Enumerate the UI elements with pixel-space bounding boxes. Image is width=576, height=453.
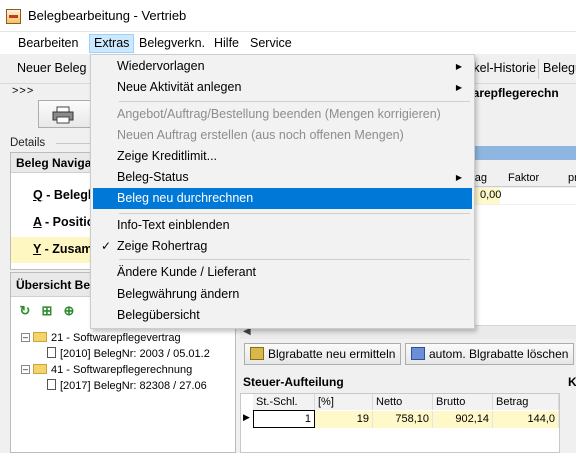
print-button[interactable] xyxy=(38,100,94,128)
document-icon xyxy=(47,347,56,358)
tax-split-table: St.-Schl. [%] Netto Brutto Betrag ▶ 1 19… xyxy=(240,393,560,453)
menu-item-label: Belegwährung ändern xyxy=(117,287,240,301)
tree-expand-icon[interactable]: ⊞ xyxy=(39,303,55,319)
details-label: Details xyxy=(10,137,46,149)
tree-leaf-label: [2017] BelegNr: 82308 / 27.06 xyxy=(60,380,207,392)
title-bar: Belegbearbeitung - Vertrieb xyxy=(0,0,576,32)
tree-node[interactable]: – 41 - Softwarepflegerechnung xyxy=(21,363,192,378)
menu-item-label: Beleg-Status xyxy=(117,170,189,184)
tree-leaf-label: [2010] BelegNr: 2003 / 05.01.2 xyxy=(60,348,210,360)
menu-item-change-currency[interactable]: Belegwährung ändern xyxy=(93,284,472,305)
folder-icon xyxy=(33,332,47,342)
printer-icon xyxy=(52,106,74,124)
menu-item-new-activity[interactable]: Neue Aktivität anlegen ▶ xyxy=(93,77,472,98)
menu-item-label: Angebot/Auftrag/Bestellung beenden (Meng… xyxy=(117,107,441,121)
nav-label: - Zusam xyxy=(41,242,93,256)
side-panel: K xyxy=(562,373,576,453)
grid-value: 0,00 xyxy=(480,189,502,201)
tax-key-input[interactable]: 1 xyxy=(253,410,315,428)
menu-item-document-status[interactable]: Beleg-Status ▶ xyxy=(93,167,472,188)
menu-item-label: Neuen Auftrag erstellen (aus noch offene… xyxy=(117,128,404,142)
tax-col-amount[interactable]: Betrag xyxy=(493,394,559,410)
menu-item-label: Wiedervorlagen xyxy=(117,59,205,73)
recalc-discount-label: Blgrabatte neu ermitteln xyxy=(268,347,396,361)
menu-item-show-credit-limit[interactable]: Zeige Kreditlimit... xyxy=(93,146,472,167)
menu-item-show-gross-profit[interactable]: ✓ Zeige Rohertrag xyxy=(93,236,472,257)
menu-service[interactable]: Service xyxy=(246,34,296,53)
menu-item-recalculate-document[interactable]: Beleg neu durchrechnen xyxy=(93,188,472,209)
tax-col-key[interactable]: St.-Schl. xyxy=(253,394,315,410)
menu-item-label: Beleg neu durchrechnen xyxy=(117,191,254,205)
menu-separator xyxy=(119,259,470,260)
window-title: Belegbearbeitung - Vertrieb xyxy=(28,8,187,23)
tax-gross-cell[interactable]: 902,14 xyxy=(433,411,493,428)
column-header-faktor[interactable]: Faktor xyxy=(508,172,539,184)
submenu-arrow-icon: ▶ xyxy=(455,173,462,182)
expand-arrows[interactable]: >>> xyxy=(12,85,34,97)
row-pointer-icon: ▶ xyxy=(243,412,250,422)
tree-node-label: 21 - Softwarepflegevertrag xyxy=(51,332,181,344)
menu-belegverkn[interactable]: Belegverkn. xyxy=(135,34,209,53)
tree-leaf[interactable]: [2010] BelegNr: 2003 / 05.01.2 xyxy=(47,347,210,362)
nav-key: Y xyxy=(33,242,42,256)
menu-separator xyxy=(119,213,470,214)
trash-icon xyxy=(411,347,425,360)
tax-col-gross[interactable]: Brutto xyxy=(433,394,493,410)
checkmark-icon: ✓ xyxy=(101,239,112,253)
header-tab-strip xyxy=(468,146,576,160)
tax-net-cell[interactable]: 758,10 xyxy=(373,411,433,428)
menu-hilfe[interactable]: Hilfe xyxy=(210,34,243,53)
submenu-arrow-icon: ▶ xyxy=(455,83,462,92)
folder-icon xyxy=(33,364,47,374)
menu-item-follow-ups[interactable]: Wiedervorlagen ▶ xyxy=(93,56,472,77)
submenu-arrow-icon: ▶ xyxy=(455,62,462,71)
tax-col-net[interactable]: Netto xyxy=(373,394,433,410)
menu-item-label: Zeige Kreditlimit... xyxy=(117,149,218,163)
tax-split-panel: Steuer-Aufteilung St.-Schl. [%] Netto Br… xyxy=(240,373,560,453)
nav-key: Q xyxy=(33,188,43,202)
collapse-icon[interactable]: – xyxy=(21,333,30,342)
tax-percent-cell[interactable]: 19 xyxy=(315,411,373,428)
delete-discount-button[interactable]: autom. Blgrabatte löschen xyxy=(405,343,575,365)
toolbar-separator xyxy=(538,59,539,79)
document-icon xyxy=(47,379,56,390)
delete-discount-label: autom. Blgrabatte löschen xyxy=(429,347,569,361)
refresh-icon[interactable]: ↻ xyxy=(17,303,33,319)
menu-item-label: Zeige Rohertrag xyxy=(117,239,208,253)
app-icon xyxy=(6,9,21,24)
tree-node-label: 41 - Softwarepflegerechnung xyxy=(51,364,193,376)
menu-item-change-customer[interactable]: Ändere Kunde / Lieferant xyxy=(93,262,472,283)
menu-item-close-order[interactable]: Angebot/Auftrag/Bestellung beenden (Meng… xyxy=(93,104,472,125)
menu-bearbeiten[interactable]: Bearbeiten xyxy=(14,34,82,53)
menu-item-label: Info-Text einblenden xyxy=(117,218,230,232)
side-panel-title: K xyxy=(568,375,576,389)
menu-item-show-info-text[interactable]: Info-Text einblenden xyxy=(93,215,472,236)
nav-label: - Belegk xyxy=(42,188,95,202)
discount-icon xyxy=(250,347,264,360)
recalc-discount-button[interactable]: Blgrabatte neu ermitteln xyxy=(244,343,402,365)
extras-menu: Wiedervorlagen ▶ Neue Aktivität anlegen ▶ … xyxy=(90,54,475,329)
tax-amount-cell[interactable]: 144,0 xyxy=(493,411,559,428)
menubar: Bearbeiten Extras Belegverkn. Hilfe Serv… xyxy=(0,32,576,54)
tree-node[interactable]: – 21 - Softwarepflegevertrag xyxy=(21,331,181,346)
collapse-icon[interactable]: – xyxy=(21,365,30,374)
menu-separator xyxy=(119,101,470,102)
column-header-preis[interactable]: pr xyxy=(568,172,576,184)
nav-key: A xyxy=(33,215,42,229)
tax-split-title: Steuer-Aufteilung xyxy=(243,375,344,389)
menu-item-document-overview[interactable]: Belegübersicht xyxy=(93,305,472,326)
tree-leaf[interactable]: [2017] BelegNr: 82308 / 27.06 xyxy=(47,379,207,394)
menu-item-label: Belegübersicht xyxy=(117,308,200,322)
menu-item-label: Ändere Kunde / Lieferant xyxy=(117,265,256,279)
menu-item-label: Neue Aktivität anlegen xyxy=(117,80,242,94)
new-document-button[interactable]: Neuer Beleg xyxy=(17,61,87,75)
menu-item-new-order-open-qty[interactable]: Neuen Auftrag erstellen (aus noch offene… xyxy=(93,125,472,146)
menu-extras[interactable]: Extras xyxy=(89,34,135,53)
document-overview-button[interactable]: Belegü xyxy=(543,61,576,75)
tax-col-percent[interactable]: [%] xyxy=(315,394,373,410)
tree-add-icon[interactable]: ⊕ xyxy=(61,303,77,319)
